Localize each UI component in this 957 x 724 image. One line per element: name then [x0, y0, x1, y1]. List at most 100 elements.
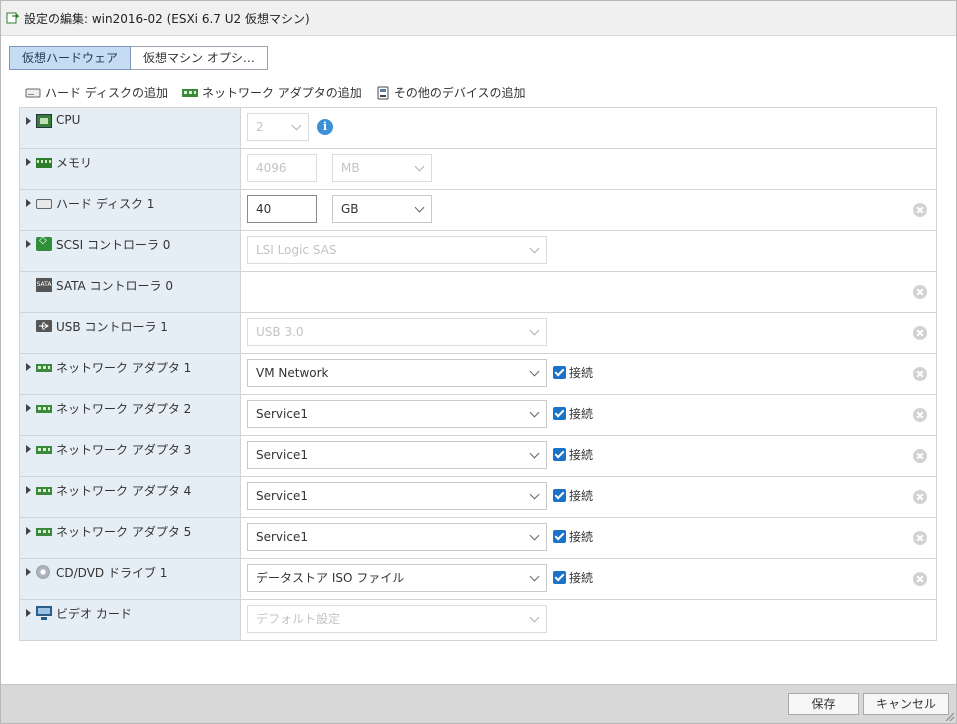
connect-checkbox[interactable] — [553, 530, 566, 543]
network-adapter-icon — [36, 528, 52, 536]
cancel-button[interactable]: キャンセル — [863, 693, 949, 715]
device-value-cell — [241, 272, 936, 312]
video-settings-select[interactable]: デフォルト設定 — [247, 605, 547, 633]
remove-device-icon[interactable] — [913, 285, 927, 299]
device-row-network-adapter-1: ネットワーク アダプタ 1 VM Network 接続 — [20, 354, 936, 395]
edit-settings-dialog: 設定の編集: win2016-02 (ESXi 6.7 U2 仮想マシン) 仮想… — [0, 0, 957, 724]
disk-unit-select[interactable]: GB — [332, 195, 432, 223]
add-hard-disk-button[interactable]: ハード ディスクの追加 — [25, 84, 168, 101]
device-value-cell: データストア ISO ファイル 接続 — [241, 559, 936, 599]
add-other-device-button[interactable]: その他のデバイスの追加 — [376, 84, 525, 101]
network-select[interactable]: Service1 — [247, 441, 547, 469]
network-select[interactable]: VM Network — [247, 359, 547, 387]
connect-checkbox[interactable] — [553, 407, 566, 420]
device-row-cpu: CPU 2 i — [20, 108, 936, 149]
connect-label: 接続 — [569, 366, 594, 380]
expand-arrow-icon[interactable] — [26, 486, 31, 494]
remove-device-icon[interactable] — [913, 572, 927, 586]
hard-disk-1-label: ハード ディスク 1 — [56, 197, 155, 211]
remove-device-icon[interactable] — [913, 408, 927, 422]
remove-device-icon[interactable] — [913, 203, 927, 217]
network-adapter-icon — [36, 487, 52, 495]
device-label-cell: メモリ — [20, 149, 241, 189]
device-row-sata-controller-0: SATA SATA コントローラ 0 — [20, 272, 936, 313]
connect-checkbox[interactable] — [553, 448, 566, 461]
expand-arrow-icon[interactable] — [26, 404, 31, 412]
video-card-label: ビデオ カード — [56, 607, 132, 621]
scsi-type-value: LSI Logic SAS — [256, 243, 337, 257]
cd-media-value: データストア ISO ファイル — [256, 571, 405, 585]
device-label-cell: ネットワーク アダプタ 1 — [20, 354, 241, 394]
scsi-controller-0-label: SCSI コントローラ 0 — [56, 238, 171, 252]
remove-device-icon[interactable] — [913, 367, 927, 381]
device-label-cell: ネットワーク アダプタ 4 — [20, 477, 241, 517]
hard-disk-icon — [36, 199, 52, 209]
device-row-scsi-controller-0: SCSI コントローラ 0 LSI Logic SAS — [20, 231, 936, 272]
memory-size-input[interactable]: 4096 — [247, 154, 317, 182]
network-adapter-icon — [181, 88, 198, 97]
device-label-cell: USB コントローラ 1 — [20, 313, 241, 353]
tab-vm-options[interactable]: 仮想マシン オプシ… — [131, 46, 268, 70]
device-label-cell: ネットワーク アダプタ 5 — [20, 518, 241, 558]
expand-arrow-icon[interactable] — [26, 609, 31, 617]
usb-type-select[interactable]: USB 3.0 — [247, 318, 547, 346]
expand-arrow-icon[interactable] — [26, 568, 31, 576]
info-icon[interactable]: i — [317, 119, 333, 135]
device-row-network-adapter-4: ネットワーク アダプタ 4 Service1 接続 — [20, 477, 936, 518]
device-row-cd-dvd-drive-1: CD/DVD ドライブ 1 データストア ISO ファイル 接続 — [20, 559, 936, 600]
expand-arrow-icon[interactable] — [26, 363, 31, 371]
device-row-hard-disk-1: ハード ディスク 1 40 GB — [20, 190, 936, 231]
memory-unit-select[interactable]: MB — [332, 154, 432, 182]
connect-checkbox[interactable] — [553, 571, 566, 584]
memory-unit-value: MB — [341, 161, 360, 175]
device-label-cell: CPU — [20, 108, 241, 148]
add-network-adapter-button[interactable]: ネットワーク アダプタの追加 — [181, 84, 362, 101]
chevron-down-icon — [529, 243, 540, 254]
device-row-memory: メモリ 4096 MB — [20, 149, 936, 190]
sata-controller-0-label: SATA コントローラ 0 — [56, 279, 173, 293]
save-button[interactable]: 保存 — [788, 693, 859, 715]
remove-device-icon[interactable] — [913, 449, 927, 463]
cd-media-select[interactable]: データストア ISO ファイル — [247, 564, 547, 592]
tab-bar: 仮想ハードウェア 仮想マシン オプシ… — [9, 46, 268, 70]
network-select[interactable]: Service1 — [247, 523, 547, 551]
expand-arrow-icon[interactable] — [26, 199, 31, 207]
monitor-icon — [36, 606, 52, 620]
device-value-cell: Service1 接続 — [241, 436, 936, 476]
device-label-cell: CD/DVD ドライブ 1 — [20, 559, 241, 599]
cpu-icon — [36, 114, 52, 128]
chevron-down-icon — [529, 489, 540, 500]
remove-device-icon[interactable] — [913, 326, 927, 340]
expand-arrow-icon[interactable] — [26, 158, 31, 166]
device-value-cell: 40 GB — [241, 190, 936, 230]
connect-checkbox[interactable] — [553, 489, 566, 502]
connect-label: 接続 — [569, 448, 594, 462]
window-title: 設定の編集: win2016-02 (ESXi 6.7 U2 仮想マシン) — [24, 11, 310, 26]
cpu-count-value: 2 — [256, 120, 264, 134]
chevron-down-icon — [414, 161, 425, 172]
chevron-down-icon — [529, 530, 540, 541]
connect-label: 接続 — [569, 407, 594, 421]
device-label-cell: SCSI コントローラ 0 — [20, 231, 241, 271]
connect-label: 接続 — [569, 530, 594, 544]
network-select[interactable]: Service1 — [247, 400, 547, 428]
scsi-type-select[interactable]: LSI Logic SAS — [247, 236, 547, 264]
device-label-cell: SATA SATA コントローラ 0 — [20, 272, 241, 312]
chevron-down-icon — [529, 366, 540, 377]
disk-size-input[interactable]: 40 — [247, 195, 317, 223]
usb-icon — [36, 319, 52, 333]
expand-arrow-icon[interactable] — [26, 240, 31, 248]
network-select[interactable]: Service1 — [247, 482, 547, 510]
device-label-cell: ハード ディスク 1 — [20, 190, 241, 230]
tab-virtual-hardware[interactable]: 仮想ハードウェア — [9, 46, 132, 70]
chevron-down-icon — [529, 407, 540, 418]
expand-arrow-icon[interactable] — [26, 117, 31, 125]
expand-arrow-icon[interactable] — [26, 527, 31, 535]
expand-arrow-icon[interactable] — [26, 445, 31, 453]
cpu-count-select[interactable]: 2 — [247, 113, 309, 141]
remove-device-icon[interactable] — [913, 531, 927, 545]
connect-checkbox[interactable] — [553, 366, 566, 379]
resize-grip-icon[interactable] — [946, 713, 954, 721]
dialog-footer: 保存 キャンセル — [1, 684, 956, 723]
remove-device-icon[interactable] — [913, 490, 927, 504]
